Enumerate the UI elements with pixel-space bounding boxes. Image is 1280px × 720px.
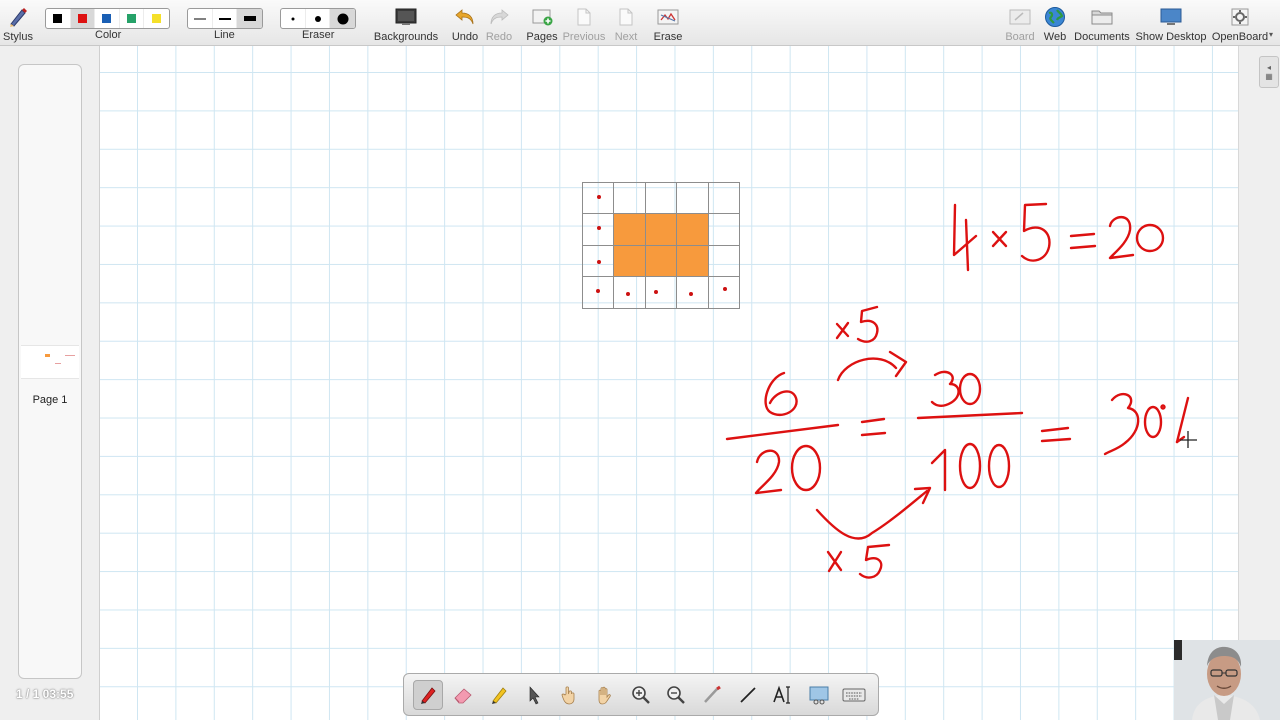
stylus-palette xyxy=(403,673,879,716)
ink-fraction-6-20 xyxy=(725,371,840,495)
library-icon: ▦ xyxy=(1265,72,1273,81)
ink-expression-4x5-20 xyxy=(952,202,1165,272)
presenter-webcam-overlay xyxy=(1174,640,1280,720)
select-tool-icon[interactable] xyxy=(519,680,549,710)
ink-equals-2 xyxy=(1040,426,1072,443)
ink-layer xyxy=(725,202,1197,579)
hand-tool-icon[interactable] xyxy=(590,680,620,710)
highlighter-tool-icon[interactable] xyxy=(484,680,514,710)
ink-times-5-top xyxy=(835,305,908,382)
line-tool-icon[interactable] xyxy=(733,680,763,710)
pointer-tool-icon[interactable] xyxy=(697,680,727,710)
ink-fraction-30-100 xyxy=(916,370,1024,492)
library-panel xyxy=(1238,46,1280,720)
ink-percent-30 xyxy=(1103,392,1190,456)
capture-tool-icon[interactable] xyxy=(804,680,834,710)
openboard-window: Stylus Color Line Eraser Backgrounds Und… xyxy=(0,0,1280,720)
crosshair-cursor-icon xyxy=(1180,431,1197,448)
keyboard-icon[interactable] xyxy=(839,680,869,710)
zoom-in-icon[interactable] xyxy=(626,680,656,710)
text-tool-icon[interactable] xyxy=(768,680,798,710)
ink-times-5-bottom xyxy=(815,486,932,579)
ink-equals-1 xyxy=(860,417,887,437)
pen-tool-icon[interactable] xyxy=(412,679,443,710)
zoom-out-icon[interactable] xyxy=(661,680,691,710)
eraser-tool-icon[interactable] xyxy=(448,680,478,710)
collapse-right-panel-button[interactable]: ◂ ▦ xyxy=(1259,56,1279,88)
interact-tool-icon[interactable] xyxy=(555,680,585,710)
presenter-video xyxy=(1174,640,1280,720)
chevron-left-icon: ◂ xyxy=(1266,63,1271,72)
